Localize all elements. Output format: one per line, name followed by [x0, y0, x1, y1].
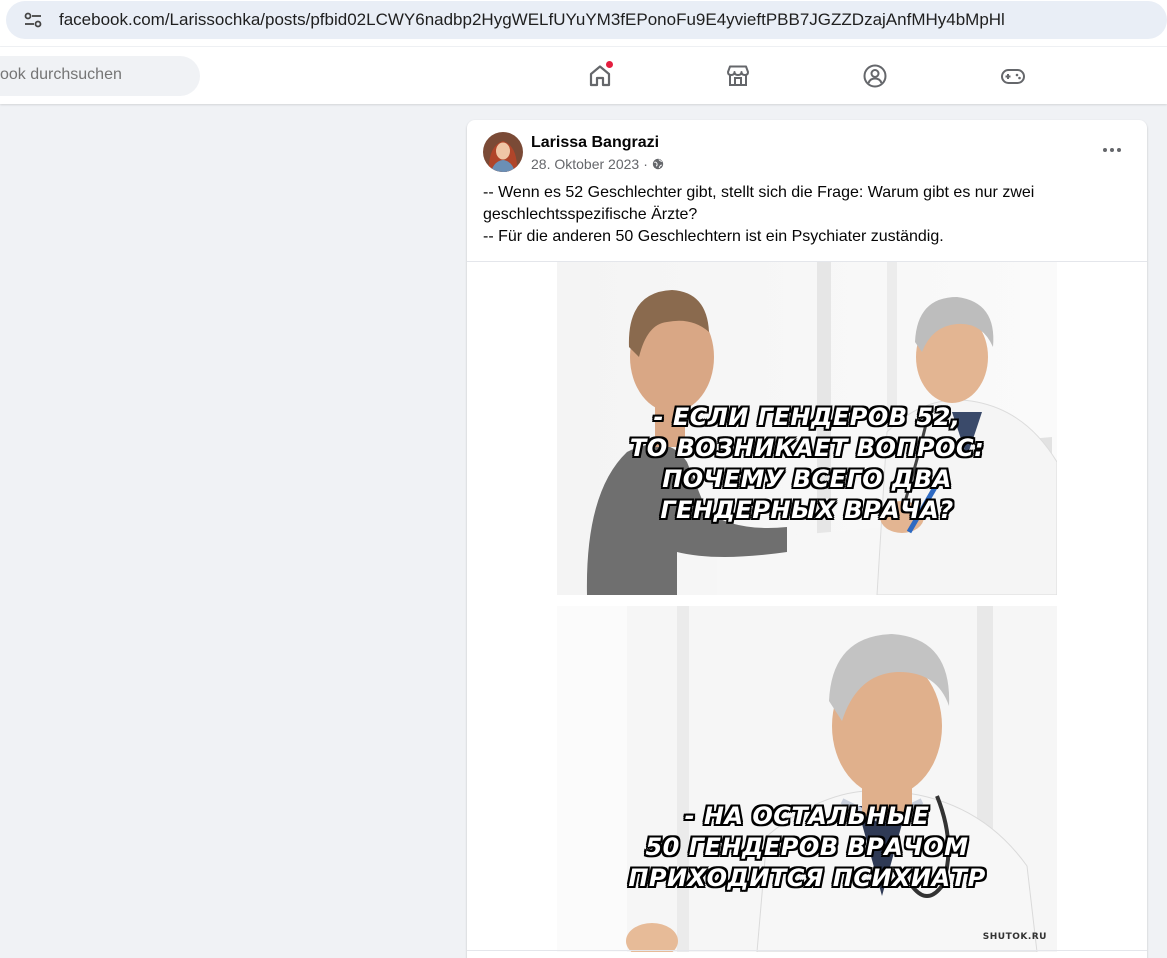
- meta-separator: ·: [643, 156, 648, 172]
- notification-dot: [606, 61, 613, 68]
- url-pill[interactable]: facebook.com/Larissochka/posts/pfbid02LC…: [6, 1, 1167, 39]
- meme-caption-line: ТО ВОЗНИКАЕТ ВОПРОС:: [629, 434, 985, 462]
- nav-gaming-button[interactable]: [958, 51, 1068, 101]
- post-card: Larissa Bangrazi 28. Oktober 2023 · -- W…: [467, 120, 1147, 958]
- post-meta: 28. Oktober 2023 ·: [531, 156, 664, 172]
- image-watermark: SHUTOK.RU: [982, 932, 1047, 942]
- author-name[interactable]: Larissa Bangrazi: [531, 134, 659, 152]
- post-image[interactable]: - ЕСЛИ ГЕНДЕРОВ 52, ТО ВОЗНИКАЕТ ВОПРОС:…: [557, 262, 1057, 952]
- post-text-line: geschlechtsspezifische Ärzte?: [483, 206, 698, 223]
- nav-home-button[interactable]: [545, 51, 655, 101]
- more-horizontal-icon: [1103, 148, 1121, 152]
- post-footer-divider: [467, 950, 1147, 951]
- search-input[interactable]: [0, 66, 190, 84]
- meme-panel-bottom: - НА ОСТАЛЬНЫЕ 50 ГЕНДЕРОВ ВРАЧОМ ПРИХОД…: [557, 606, 1057, 952]
- post-text-line: -- Für die anderen 50 Geschlechtern ist …: [483, 228, 944, 245]
- post-text-line: -- Wenn es 52 Geschlechter gibt, stellt …: [483, 184, 1035, 201]
- gaming-icon: [1001, 69, 1025, 84]
- post-date[interactable]: 28. Oktober 2023: [531, 156, 639, 172]
- meme-caption-top: - ЕСЛИ ГЕНДЕРОВ 52, ТО ВОЗНИКАЕТ ВОПРОС:…: [557, 402, 1057, 526]
- search-box[interactable]: [0, 56, 200, 96]
- more-options-button[interactable]: [1097, 138, 1127, 162]
- meme-caption-bottom: - НА ОСТАЛЬНЫЕ 50 ГЕНДЕРОВ ВРАЧОМ ПРИХОД…: [557, 801, 1057, 894]
- browser-address-bar: facebook.com/Larissochka/posts/pfbid02LC…: [0, 0, 1167, 46]
- meme-caption-line: ПРИХОДИТСЯ ПСИХИАТР: [628, 864, 986, 892]
- facebook-top-nav: [0, 47, 1167, 104]
- tune-icon[interactable]: [19, 8, 47, 32]
- post-text: -- Wenn es 52 Geschlechter gibt, stellt …: [483, 182, 1123, 248]
- marketplace-icon: [727, 65, 749, 86]
- groups-icon: [863, 64, 887, 88]
- meme-caption-line: 50 ГЕНДЕРОВ ВРАЧОМ: [645, 833, 969, 861]
- nav-marketplace-button[interactable]: [683, 51, 793, 101]
- meme-caption-line: - ЕСЛИ ГЕНДЕРОВ 52,: [653, 403, 961, 431]
- nav-groups-button[interactable]: [820, 51, 930, 101]
- globe-icon: [652, 158, 664, 170]
- meme-caption-line: ГЕНДЕРНЫХ ВРАЧА?: [660, 496, 954, 524]
- meme-caption-line: ПОЧЕМУ ВСЕГО ДВА: [662, 465, 952, 493]
- meme-panel-top: - ЕСЛИ ГЕНДЕРОВ 52, ТО ВОЗНИКАЕТ ВОПРОС:…: [557, 262, 1057, 595]
- avatar[interactable]: [483, 132, 523, 172]
- meme-caption-line: - НА ОСТАЛЬНЫЕ: [684, 802, 930, 830]
- url-text[interactable]: facebook.com/Larissochka/posts/pfbid02LC…: [59, 10, 1005, 30]
- doctor-portrait-illustration: [557, 606, 1057, 952]
